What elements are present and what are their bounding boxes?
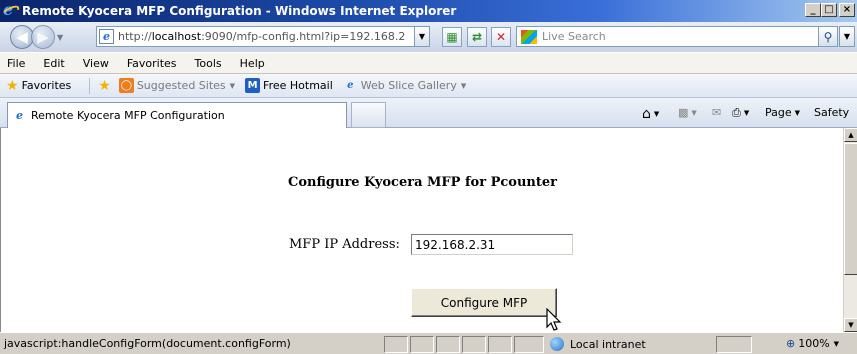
add-favorite-icon[interactable]: ★: [98, 78, 111, 94]
menu-edit[interactable]: Edit: [43, 57, 64, 70]
zoom-icon: ⊕: [786, 337, 796, 350]
compatibility-view-icon[interactable]: ▦: [442, 27, 462, 47]
intranet-zone-icon: [550, 337, 564, 351]
menu-file[interactable]: File: [7, 57, 25, 70]
scroll-up-icon[interactable]: ▲: [844, 128, 857, 142]
feeds-button[interactable]: ▩ ▼: [678, 106, 697, 119]
menu-view[interactable]: View: [83, 57, 109, 70]
recent-pages-dropdown-icon[interactable]: ▼: [57, 33, 69, 42]
forward-arrow-icon: ▶: [37, 28, 49, 46]
vertical-scrollbar[interactable]: ▲ ▼: [843, 128, 857, 332]
window-titlebar[interactable]: e Remote Kyocera MFP Configuration - Win…: [0, 0, 857, 22]
search-input[interactable]: Live Search: [516, 26, 838, 47]
forward-button[interactable]: ▶: [31, 25, 55, 49]
hotmail-icon: M: [245, 78, 261, 93]
mouse-cursor-icon: [546, 308, 562, 331]
divider: [89, 77, 91, 94]
minimize-button[interactable]: _: [805, 3, 821, 17]
page-viewport: Configure Kyocera MFP for Pcounter MFP I…: [0, 128, 843, 332]
protected-mode-cell[interactable]: [716, 336, 752, 353]
status-text: javascript:handleConfigForm(document.con…: [4, 337, 291, 350]
security-zone[interactable]: Local intranet: [550, 337, 646, 351]
scroll-down-icon[interactable]: ▼: [844, 318, 857, 332]
free-hotmail-link[interactable]: M Free Hotmail: [245, 78, 333, 93]
address-dropdown-icon[interactable]: ▼: [414, 26, 430, 47]
menu-help[interactable]: Help: [240, 57, 265, 70]
search-placeholder: Live Search: [542, 30, 606, 43]
status-cell: [488, 336, 512, 353]
menu-tools[interactable]: Tools: [195, 57, 222, 70]
address-url: http://localhost:9090/mfp-config.html?ip…: [118, 30, 406, 43]
suggested-sites-icon: ◯: [118, 78, 134, 93]
read-mail-button[interactable]: ✉: [712, 106, 721, 119]
ie-logo-icon: e: [1, 1, 21, 19]
configure-mfp-button[interactable]: Configure MFP: [411, 288, 557, 317]
scrollbar-thumb[interactable]: [844, 143, 857, 275]
status-bar: javascript:handleConfigForm(document.con…: [0, 332, 857, 354]
tab-label: Remote Kyocera MFP Configuration: [31, 109, 225, 122]
status-cell: [462, 336, 486, 353]
safety-menu-button[interactable]: Safety: [814, 106, 849, 119]
status-cell: [514, 336, 544, 353]
mail-icon: ✉: [712, 106, 722, 119]
address-input[interactable]: e http://localhost:9090/mfp-config.html?…: [96, 26, 430, 47]
dropdown-icon: ▼: [229, 81, 236, 90]
dropdown-icon: ▼: [833, 339, 840, 348]
home-button[interactable]: ⌂ ▼: [642, 106, 659, 122]
close-button[interactable]: ×: [839, 3, 855, 17]
ip-address-label: MFP IP Address:: [289, 237, 400, 252]
maximize-button[interactable]: □: [821, 3, 837, 17]
page-favicon-icon: e: [99, 29, 114, 44]
refresh-icon[interactable]: ⇄: [467, 27, 487, 47]
tab-active[interactable]: e Remote Kyocera MFP Configuration: [7, 102, 347, 128]
tab-command-bar: e Remote Kyocera MFP Configuration ⌂ ▼ ▩ ▼…: [0, 98, 857, 128]
suggested-sites-link[interactable]: ◯ Suggested Sites ▼: [118, 78, 236, 93]
search-button[interactable]: ⚲: [818, 26, 838, 47]
window-title: Remote Kyocera MFP Configuration - Windo…: [22, 4, 457, 18]
print-button[interactable]: ⎙ ▼: [732, 106, 749, 120]
dropdown-icon: ▼: [460, 81, 467, 90]
home-icon: ⌂: [642, 106, 651, 122]
web-slice-gallery-link[interactable]: e Web Slice Gallery ▼: [343, 78, 466, 93]
new-tab-button[interactable]: [351, 102, 386, 128]
tab-favicon-icon: e: [12, 108, 27, 123]
feeds-icon: ▩: [678, 106, 689, 119]
status-cell: [436, 336, 460, 353]
status-cell: [384, 336, 408, 353]
page-menu-button[interactable]: Page ▼: [765, 106, 800, 119]
favorites-button[interactable]: ★ Favorites: [6, 78, 71, 94]
back-arrow-icon: ◀: [16, 28, 28, 46]
page-heading: Configure Kyocera MFP for Pcounter: [288, 175, 557, 190]
stop-icon[interactable]: ✕: [491, 27, 511, 47]
menu-bar: File Edit View Favorites Tools Help: [0, 52, 857, 74]
favorites-bar: ★ Favorites ★ ◯ Suggested Sites ▼ M Free …: [0, 74, 857, 98]
ip-address-input[interactable]: [411, 234, 573, 255]
live-search-icon: [521, 29, 537, 44]
print-icon: ⎙: [732, 106, 741, 119]
ie-icon: e: [347, 80, 354, 91]
status-cell: [410, 336, 434, 353]
search-options-dropdown-icon[interactable]: ▼: [839, 26, 855, 47]
star-icon: ★: [6, 77, 19, 94]
address-toolbar: ◀ ▶ ▼ e http://localhost:9090/mfp-config…: [0, 22, 857, 52]
menu-favorites[interactable]: Favorites: [127, 57, 177, 70]
zoom-control[interactable]: ⊕ 100% ▼: [786, 337, 839, 350]
